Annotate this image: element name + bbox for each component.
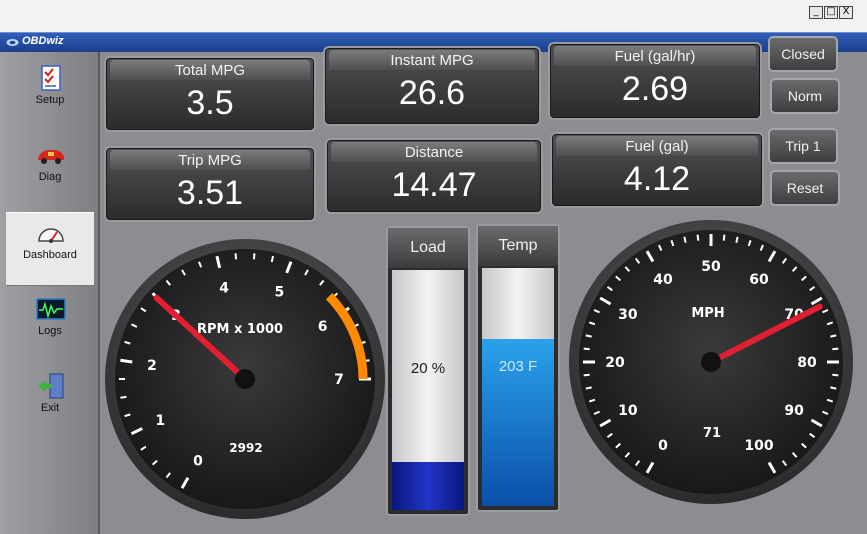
rpm-gauge: 01234567 RPM x 1000 2992 — [105, 239, 385, 519]
mph-gauge-tick — [830, 334, 837, 338]
rpm-gauge-tick-label: 6 — [318, 319, 328, 335]
rpm-gauge-tick-label: 2 — [147, 358, 157, 374]
mph-gauge-tick — [585, 386, 592, 390]
mph-gauge-tick — [832, 373, 839, 377]
mph-gauge-tick-label: 100 — [744, 438, 773, 454]
mph-gauge-tick-label: 0 — [658, 438, 668, 454]
mph-gauge-tick-label: 80 — [797, 355, 817, 371]
mph-gauge: 0102030405060708090100 MPH 71 — [569, 220, 853, 504]
mph-gauge-tick-label: 50 — [701, 259, 721, 275]
mph-gauge-tick-label: 90 — [784, 403, 804, 419]
gauges-layer: 01234567 RPM x 1000 2992 010203040506070… — [105, 220, 853, 519]
mph-gauge-tick-label: 10 — [618, 403, 638, 419]
mph-gauge-tick — [735, 236, 739, 243]
mph-gauge-tick — [583, 347, 590, 351]
mph-gauge-tick — [683, 236, 687, 243]
mph-gauge-title: MPH — [691, 306, 724, 321]
mph-gauge-tick — [585, 334, 592, 338]
rpm-gauge-tick-label: 0 — [193, 453, 203, 469]
mph-gauge-tick — [832, 347, 839, 351]
rpm-gauge-tick — [120, 358, 133, 364]
mph-gauge-tick-label: 40 — [653, 272, 673, 288]
mph-gauge-tick-label: 20 — [605, 355, 625, 371]
rpm-gauge-tick-label: 1 — [155, 413, 165, 429]
mph-gauge-tick-label: 30 — [618, 307, 638, 323]
mph-gauge-tick — [830, 386, 837, 390]
rpm-gauge-tick-label: 5 — [274, 284, 284, 300]
rpm-gauge-hub — [235, 369, 255, 389]
rpm-gauge-tick — [120, 395, 127, 399]
rpm-gauge-title: RPM x 1000 — [197, 322, 283, 337]
app-window: OBDwiz _ □ X Setup Diag Dashboard Logs E… — [0, 0, 867, 534]
mph-gauge-tick — [722, 234, 726, 241]
rpm-gauge-tick-label: 4 — [219, 280, 229, 296]
mph-gauge-readout: 71 — [703, 426, 721, 441]
rpm-gauge-readout: 2992 — [229, 441, 262, 455]
mph-gauge-tick — [696, 234, 700, 241]
mph-gauge-tick-label: 60 — [749, 272, 769, 288]
rpm-gauge-tick — [270, 255, 275, 263]
mph-gauge-hub — [701, 352, 721, 372]
rpm-gauge-tick-label: 7 — [334, 372, 344, 388]
mph-gauge-tick — [583, 373, 590, 377]
